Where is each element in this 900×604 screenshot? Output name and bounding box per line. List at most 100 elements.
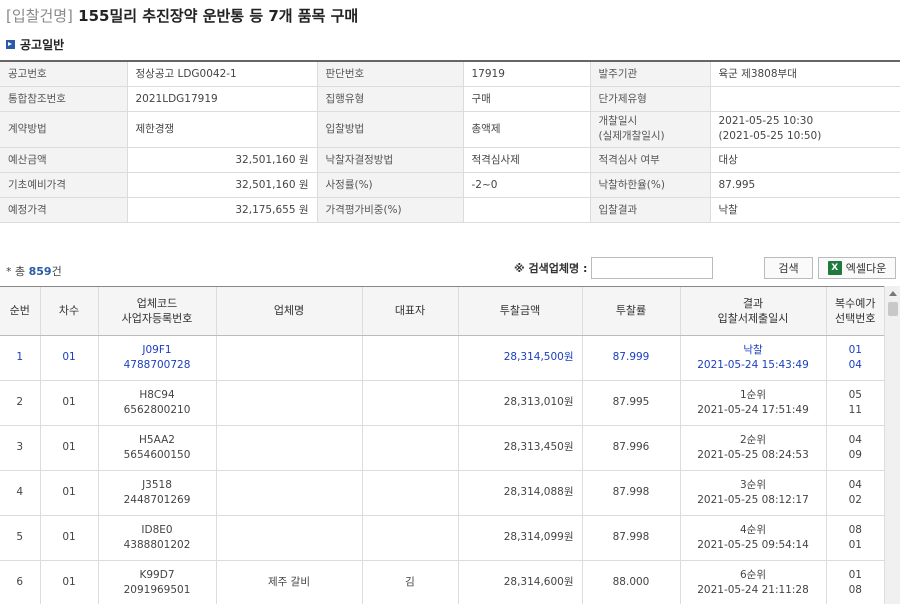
info-label: 낙찰자결정방법 <box>317 147 464 173</box>
section-header: 공고일반 <box>6 36 64 53</box>
info-label: 예산금액 <box>0 147 128 173</box>
company-code-cell-line1: H8C94 <box>139 388 175 401</box>
info-value: 구매 <box>463 86 591 112</box>
seq-cell: 2 <box>0 380 41 426</box>
multi-price-cell: 01 04 <box>826 335 884 381</box>
search-label: ※ 검색업체명 : <box>514 262 588 275</box>
bid-rate-cell: 87.998 <box>582 515 681 561</box>
column-header: 업체코드 사업자등록번호 <box>98 287 217 336</box>
info-value: 낙찰 <box>710 197 900 223</box>
result-cell-line1: 3순위 <box>739 478 766 491</box>
search-button[interactable]: 검색 <box>764 257 813 279</box>
grid-scrollbar[interactable] <box>884 286 900 604</box>
info-label: 공고번호 <box>0 61 128 87</box>
multi-price-cell-line2: 04 <box>848 358 862 371</box>
company-code-cell-line2: 4388801202 <box>123 538 191 551</box>
company-code-cell: K99D7 2091969501 <box>98 560 217 604</box>
info-row: 통합참조번호 2021LDG17919 집행유형 구매 단가제유형 <box>0 86 900 112</box>
column-header: 결과 입찰서제출일시 <box>680 287 827 336</box>
multi-price-cell: 01 08 <box>826 560 884 604</box>
multi-price-cell-line1: 05 <box>848 388 862 401</box>
company-code-cell: ID8E0 4388801202 <box>98 515 217 561</box>
result-cell-line1: 1순위 <box>739 388 766 401</box>
scroll-thumb[interactable] <box>888 302 898 316</box>
section-label: 공고일반 <box>20 38 65 52</box>
info-table: 공고번호 정상공고 LDG0042-1 판단번호 17919 발주기관 육군 제3808부… <box>0 60 900 223</box>
multi-price-cell-line2: 09 <box>848 448 862 461</box>
company-code-cell-line2: 2091969501 <box>123 583 191 596</box>
result-cell: 6순위 2021-05-24 21:11:28 <box>680 560 827 604</box>
company-code-cell: H8C94 6562800210 <box>98 380 217 426</box>
info-label: 개찰일시 (실제개찰일시) <box>590 111 711 148</box>
round-cell: 01 <box>40 380 99 426</box>
info-label: 통합참조번호 <box>0 86 128 112</box>
table-row[interactable]: 3 01 H5AA2 5654600150 28,313,450원 87.996 2순위 20… <box>0 425 884 471</box>
result-cell: 3순위 2021-05-25 08:12:17 <box>680 470 827 516</box>
table-row[interactable]: 4 01 J3518 2448701269 28,314,088원 87.998 3순위 20… <box>0 470 884 516</box>
info-value: 32,501,160 원 <box>127 172 318 198</box>
round-cell: 01 <box>40 560 99 604</box>
table-row[interactable]: 1 01 J09F1 4788700728 28,314,500원 87.999 낙찰 202… <box>0 335 884 381</box>
company-name-cell <box>216 335 363 381</box>
table-row[interactable]: 5 01 ID8E0 4388801202 28,314,099원 87.998 4순위 20… <box>0 515 884 561</box>
info-label: 낙찰하한율(%) <box>590 172 711 198</box>
result-cell-line1: 4순위 <box>739 523 766 536</box>
round-cell: 01 <box>40 470 99 516</box>
result-cell: 낙찰 2021-05-24 15:43:49 <box>680 335 827 381</box>
info-value: 총액제 <box>463 111 591 148</box>
multi-price-cell: 08 01 <box>826 515 884 561</box>
info-label: 가격평가비중(%) <box>317 197 464 223</box>
info-row: 계약방법 제한경쟁 입찰방법 총액제 개찰일시 (실제개찰일시) 2021-05-25 10… <box>0 111 900 148</box>
table-row[interactable]: 2 01 H8C94 6562800210 28,313,010원 87.995 1순위 20… <box>0 380 884 426</box>
info-value <box>463 197 591 223</box>
company-code-cell-line2: 5654600150 <box>123 448 191 461</box>
info-value: 32,175,655 원 <box>127 197 318 223</box>
bid-amount-cell: 28,313,450원 <box>458 425 583 471</box>
info-label: 계약방법 <box>0 111 128 148</box>
info-row: 예산금액 32,501,160 원 낙찰자결정방법 적격심사제 적격심사 여부 대상 <box>0 147 900 173</box>
column-header: 차수 <box>40 287 99 336</box>
result-cell-line2: 2021-05-25 08:24:53 <box>697 448 809 461</box>
info-value: 육군 제3808부대 <box>710 61 900 87</box>
multi-price-cell-line1: 01 <box>848 343 862 356</box>
scroll-up-icon[interactable] <box>889 291 897 296</box>
bid-rate-cell: 88.000 <box>582 560 681 604</box>
info-value: 정상공고 LDG0042-1 <box>127 61 318 87</box>
info-label: 집행유형 <box>317 86 464 112</box>
company-name-cell <box>216 470 363 516</box>
info-label: 적격심사 여부 <box>590 147 711 173</box>
representative-cell <box>362 425 459 471</box>
company-code-cell: J3518 2448701269 <box>98 470 217 516</box>
multi-price-cell-line1: 04 <box>848 433 862 446</box>
result-cell-line2: 2021-05-24 21:11:28 <box>697 583 809 596</box>
table-row[interactable]: 6 01 K99D7 2091969501 제주 갈비 김 28,314,600원 88.00… <box>0 560 884 604</box>
result-cell: 4순위 2021-05-25 09:54:14 <box>680 515 827 561</box>
excel-download-button[interactable]: X 엑셀다운 <box>818 257 896 279</box>
seq-cell: 3 <box>0 425 41 471</box>
bid-amount-cell: 28,314,088원 <box>458 470 583 516</box>
info-label: 입찰결과 <box>590 197 711 223</box>
bid-rate-cell: 87.998 <box>582 470 681 516</box>
count-suffix: 건 <box>51 265 62 278</box>
info-value: 대상 <box>710 147 900 173</box>
column-header: 순번 <box>0 287 41 336</box>
representative-cell <box>362 515 459 561</box>
info-value: 적격심사제 <box>463 147 591 173</box>
info-value: 87.995 <box>710 172 900 198</box>
bid-results-grid: 순번 차수 업체코드 사업자등록번호 업체명 대표자 투찰금액 투찰률 결과 입찰서제출일시 복수예… <box>0 286 900 604</box>
seq-cell: 1 <box>0 335 41 381</box>
multi-price-cell-line2: 11 <box>848 403 862 416</box>
info-label: 사정률(%) <box>317 172 464 198</box>
column-header: 업체명 <box>216 287 363 336</box>
column-header: 투찰금액 <box>458 287 583 336</box>
company-code-cell-line1: ID8E0 <box>141 523 173 536</box>
seq-cell: 4 <box>0 470 41 516</box>
company-code-cell-line1: K99D7 <box>139 568 175 581</box>
title-bracket: [입찰건명] <box>6 7 73 25</box>
representative-cell <box>362 380 459 426</box>
company-name-cell <box>216 515 363 561</box>
search-input[interactable] <box>591 257 714 279</box>
company-search: ※ 검색업체명 : <box>514 257 714 279</box>
result-cell-line1: 2순위 <box>739 433 766 446</box>
info-value <box>710 86 900 112</box>
